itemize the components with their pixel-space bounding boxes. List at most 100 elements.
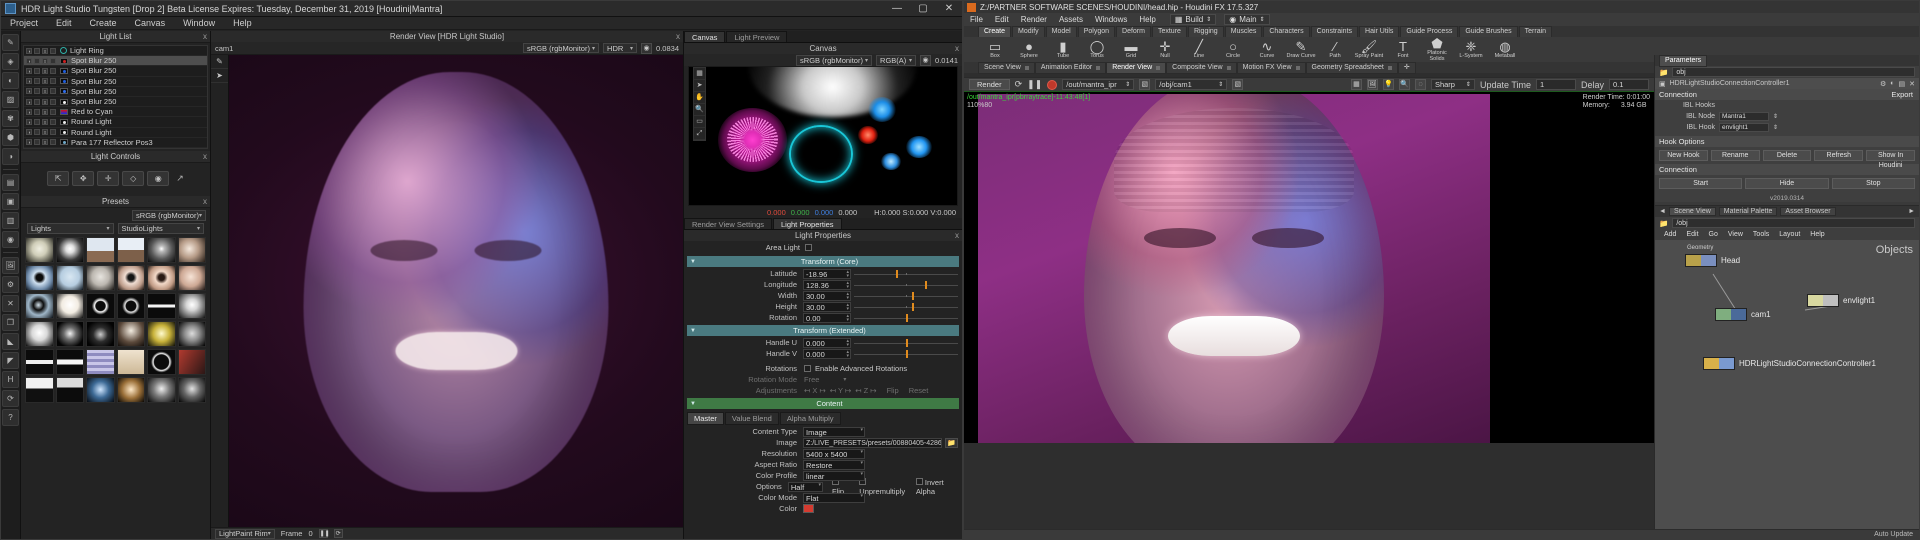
- tab-parameters[interactable]: Parameters: [1659, 55, 1708, 67]
- chevron-down-icon[interactable]: ▾: [843, 376, 846, 383]
- scale-tool-icon[interactable]: ✥: [72, 170, 95, 186]
- pointer-icon[interactable]: ➤: [694, 80, 705, 92]
- settings-icon[interactable]: ⚙: [2, 276, 19, 293]
- shelf-tool-tube[interactable]: ▮ Tube: [1046, 40, 1080, 59]
- stepper-icon[interactable]: ▴ ▾: [846, 349, 849, 358]
- light-lock-toggle[interactable]: x: [42, 129, 48, 136]
- light-list-item[interactable]: ◑ x Light Ring: [24, 46, 207, 57]
- preset-thumbnail[interactable]: [116, 348, 145, 375]
- content-value-field[interactable]: Image ▾: [803, 426, 865, 437]
- shelf-tab-modify[interactable]: Modify: [1012, 26, 1045, 37]
- preset-thumbnail[interactable]: [116, 320, 145, 347]
- maximize-button[interactable]: ▢: [910, 1, 936, 17]
- render-view-format-dropdown[interactable]: HDR ▾: [603, 43, 638, 53]
- light-lock-toggle[interactable]: x: [42, 67, 48, 75]
- render-view-colorspace-dropdown[interactable]: sRGB (rgbMonitor) ▾: [523, 43, 600, 53]
- stepper-icon[interactable]: ▴ ▾: [846, 269, 849, 278]
- chevron-down-icon[interactable]: ▾: [860, 449, 863, 454]
- delete-icon[interactable]: ✕: [2, 295, 19, 312]
- preset-thumbnail[interactable]: [55, 320, 84, 347]
- ibl-node-field[interactable]: Mantra1: [1719, 112, 1769, 121]
- add-pane-tab-button[interactable]: ✛: [1397, 61, 1416, 74]
- preset-thumbnail[interactable]: [55, 292, 84, 319]
- node-head-body[interactable]: [1685, 254, 1717, 267]
- preset-thumbnail[interactable]: [177, 292, 206, 319]
- preset-thumbnail[interactable]: [55, 236, 84, 263]
- tab-menu-icon[interactable]: [1226, 65, 1231, 70]
- group-content[interactable]: ▼ Content: [687, 398, 959, 409]
- update-time-field[interactable]: 1: [1535, 79, 1576, 90]
- light-lock-toggle[interactable]: x: [42, 57, 48, 65]
- alpha-icon[interactable]: ◑: [2, 148, 19, 165]
- hide-icon[interactable]: ◐: [1890, 80, 1894, 87]
- nav-right-icon[interactable]: ►: [1908, 208, 1915, 215]
- presets-colorspace-dropdown[interactable]: sRGB (rgbMonitor) ▾: [132, 209, 206, 221]
- property-slider[interactable]: [854, 269, 958, 279]
- preset-dot-icon[interactable]: ◉: [2, 231, 19, 248]
- shelf-tab-hair-utils[interactable]: Hair Utils: [1359, 26, 1400, 37]
- chevron-down-icon[interactable]: ▾: [860, 460, 863, 465]
- render-view-close-icon[interactable]: x: [676, 31, 680, 42]
- pane-tab-geometry-spreadsheet[interactable]: Geometry Spreadsheet: [1305, 61, 1398, 74]
- frame-icon[interactable]: ▭: [694, 116, 705, 128]
- light-power-toggle[interactable]: ◑: [26, 78, 32, 85]
- light-lock-toggle[interactable]: x: [42, 118, 48, 126]
- shelf-tool-line[interactable]: ╱ Line: [1182, 40, 1216, 59]
- pane-tab-scene-view[interactable]: Scene View: [978, 61, 1035, 74]
- preset-thumbnail[interactable]: [25, 292, 54, 319]
- shelf-tab-texture[interactable]: Texture: [1151, 26, 1187, 37]
- property-value-field[interactable]: 30.00 ▴ ▾: [803, 290, 851, 301]
- light-visibility-toggle[interactable]: [50, 118, 56, 125]
- preset-thumbnail[interactable]: [177, 264, 206, 291]
- tab-menu-icon[interactable]: [1295, 65, 1300, 70]
- property-value-field[interactable]: 30.00 ▴ ▾: [803, 301, 851, 312]
- shelf-tab-polygon[interactable]: Polygon: [1077, 26, 1116, 37]
- shelf-tab-create[interactable]: Create: [978, 26, 1012, 37]
- close-button[interactable]: ✕: [936, 1, 962, 17]
- light-icon[interactable]: 💡: [1382, 79, 1394, 90]
- node-controller-body[interactable]: [1703, 357, 1735, 370]
- folder-icon[interactable]: 📁: [1659, 219, 1668, 228]
- light-lock-toggle[interactable]: x: [42, 108, 48, 116]
- preset-thumbnail[interactable]: [86, 348, 115, 375]
- adjust-reset[interactable]: Reset: [909, 386, 929, 395]
- light-lock-toggle[interactable]: x: [42, 78, 48, 85]
- menu-canvas[interactable]: Canvas: [126, 17, 175, 30]
- render-view-canvas[interactable]: ✎ ➤: [211, 55, 683, 527]
- light-power-toggle[interactable]: ◑: [26, 98, 32, 106]
- preset-thumbnail[interactable]: [86, 264, 115, 291]
- property-slider[interactable]: [854, 280, 958, 290]
- node-cam1-body[interactable]: [1715, 308, 1747, 321]
- light-list-item[interactable]: ◑ x Spot Blur 250: [24, 87, 207, 97]
- preset-thumbnail[interactable]: [55, 264, 84, 291]
- hdri-canvas[interactable]: ▦ ➤ ✋ 🔍 ▭ ⤢: [688, 66, 958, 206]
- network-menu-add[interactable]: Add: [1659, 231, 1681, 238]
- network-menu-help[interactable]: Help: [1805, 231, 1829, 238]
- preset-strip-icon[interactable]: ▤: [2, 174, 19, 191]
- menu-help[interactable]: Help: [224, 17, 261, 30]
- close-icon[interactable]: ✕: [1909, 80, 1915, 88]
- property-value-field[interactable]: 0.000 ▴ ▾: [803, 337, 851, 348]
- checker-background-icon[interactable]: ▦: [1350, 79, 1362, 90]
- quality-selector[interactable]: Sharp ⇕: [1430, 79, 1475, 90]
- browse-image-icon[interactable]: 📁: [945, 437, 958, 448]
- help-icon[interactable]: ?: [2, 409, 19, 426]
- preset-thumbnail[interactable]: [25, 236, 54, 263]
- brush-icon[interactable]: ◣: [2, 333, 19, 350]
- presets-subcategory-dropdown[interactable]: StudioLights ▾: [117, 222, 204, 234]
- tab-light-properties[interactable]: Light Properties: [773, 218, 842, 229]
- preset-thumbnail[interactable]: [147, 236, 176, 263]
- network-menu-layout[interactable]: Layout: [1774, 231, 1805, 238]
- stop-button[interactable]: Stop: [1831, 178, 1915, 189]
- shelf-tab-terrain[interactable]: Terrain: [1518, 26, 1553, 37]
- light-solo-toggle[interactable]: [34, 57, 40, 64]
- menu-icon[interactable]: ▤: [1899, 80, 1906, 88]
- light-lock-toggle[interactable]: x: [42, 88, 48, 95]
- show-in-houdini-button[interactable]: Show In Houdini: [1866, 150, 1915, 169]
- property-slider[interactable]: [854, 349, 958, 359]
- subtab-alpha-multiply[interactable]: Alpha Multiply: [779, 412, 841, 425]
- content-value-field[interactable]: 5400 x 5400 ▾: [803, 448, 865, 459]
- preset-thumbnail[interactable]: [147, 320, 176, 347]
- shelf-tool-path[interactable]: ⁄ Path: [1318, 40, 1352, 59]
- minimize-button[interactable]: —: [884, 1, 910, 17]
